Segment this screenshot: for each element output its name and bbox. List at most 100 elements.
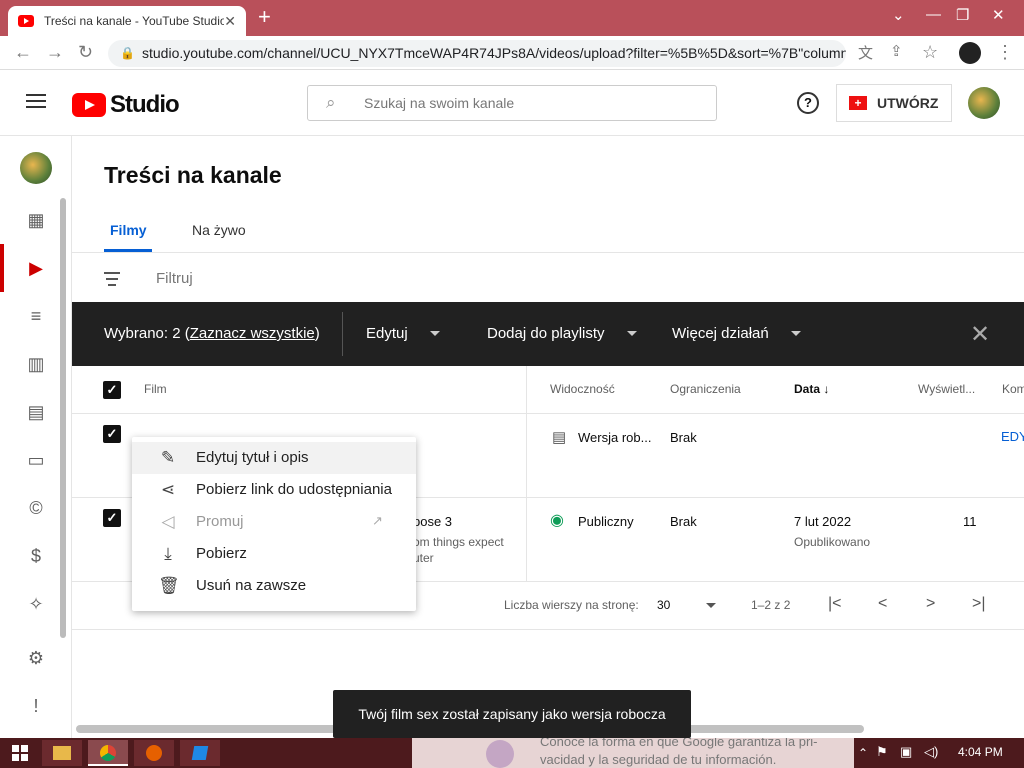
feedback-icon[interactable]: ! [24,694,48,718]
window-close-icon[interactable]: ✕ [992,6,1005,24]
new-tab-button[interactable]: + [258,4,271,30]
sidebar: ▦ ▶ ≡ ▥ ▤ ▭ © $ ✧ ⚙ ! [0,136,72,738]
prev-page-icon[interactable]: < [878,595,887,613]
copyright-icon[interactable]: © [24,496,48,520]
row-checkbox[interactable]: ✓ [103,425,121,443]
chrome-taskbar-icon[interactable] [88,740,128,766]
settings-gear-icon[interactable]: ⚙ [24,646,48,670]
channel-avatar[interactable] [20,152,52,184]
close-tab-icon[interactable]: ✕ [224,13,236,30]
share-page-icon[interactable]: ⇪ [890,42,903,60]
menu-item-download[interactable]: ⤓ Pobierz [132,538,416,570]
browser-tab[interactable]: Treści na kanale - YouTube Studio ✕ [8,6,246,36]
column-divider [526,366,527,582]
forward-icon[interactable]: → [46,42,64,63]
menu-item-delete[interactable]: 🗑 Usuń na zawsze [132,570,416,602]
external-link-icon: ↗ [372,513,383,528]
analytics-icon[interactable]: ▥ [24,352,48,376]
volume-icon[interactable]: ◁) [924,744,938,760]
column-comments[interactable]: Kom [1002,382,1024,396]
edit-chevron-down-icon[interactable] [430,331,440,336]
content-icon[interactable]: ▶ [24,256,48,280]
browser-menu-icon[interactable]: ⋮ [996,42,1014,63]
tray-flag-icon[interactable]: ⚑ [876,744,888,760]
rows-per-page-select[interactable]: 30 [657,598,670,612]
filter-icon[interactable] [104,272,120,290]
monetization-icon[interactable]: $ [24,544,48,568]
logo-text: Studio [110,91,180,118]
filter-input[interactable]: Filtruj [156,270,193,287]
help-icon[interactable]: ? [797,92,819,114]
reload-icon[interactable]: ↻ [78,42,93,63]
page-range: 1–2 z 2 [751,598,791,612]
subtitles-icon[interactable]: ▭ [24,448,48,472]
account-avatar[interactable] [968,87,1000,119]
dashboard-icon[interactable]: ▦ [24,208,48,232]
file-explorer-icon[interactable] [42,740,82,766]
network-icon[interactable]: ▣ [900,744,912,760]
minimize-icon[interactable]: — [926,6,941,23]
video-desc-line1: om things expect [413,535,504,549]
row-visibility[interactable]: Publiczny [578,514,634,529]
divider [342,312,343,356]
create-button[interactable]: + UTWÓRZ [836,84,952,122]
menu-item-edit-title[interactable]: ✎ Edytuj tytuł i opis [132,442,416,474]
select-all-checkbox[interactable]: ✓ [103,381,121,399]
add-to-playlist-dropdown[interactable]: Dodaj do playlisty [487,325,605,342]
tray-chevron-up-icon[interactable]: ⌃ [858,746,868,760]
tab-na-zywo[interactable]: Na żywo [192,222,246,238]
selection-count: Wybrano: 2 (Zaznacz wszystkie) [104,325,320,342]
row-visibility[interactable]: Wersja rob... [578,430,651,445]
draft-doc-icon: ▤ [552,429,567,446]
youtube-studio-logo[interactable]: Studio [72,91,180,119]
back-icon[interactable]: ← [14,42,32,63]
channel-search-input[interactable]: ⌕ Szukaj na swoim kanale [307,85,717,121]
hamburger-menu-icon[interactable] [26,94,46,112]
select-all-link[interactable]: Zaznacz wszystkie [190,325,315,342]
app-icon[interactable] [180,740,220,766]
chevron-down-icon[interactable]: ⌄ [892,6,905,24]
column-film[interactable]: Film [144,382,167,396]
first-page-icon[interactable]: |< [828,595,842,613]
restore-icon[interactable]: ❐ [956,6,969,24]
close-selection-icon[interactable]: ✕ [970,320,990,349]
bookmark-star-icon[interactable]: ☆ [922,42,938,63]
row-checkbox[interactable]: ✓ [103,509,121,527]
translate-icon[interactable]: 文 [858,42,873,63]
menu-item-label: Pobierz link do udostępniania [196,481,392,498]
edit-draft-link[interactable]: EDY [1001,429,1024,444]
search-icon: ⌕ [326,93,336,112]
customization-icon[interactable]: ✧ [24,592,48,616]
comments-icon[interactable]: ▤ [24,400,48,424]
video-desc-line2: uter [413,551,434,565]
taskbar-clock[interactable]: 4:04 PM [958,745,1003,759]
create-video-icon: + [849,96,867,110]
last-page-icon[interactable]: >| [972,595,986,613]
column-visibility[interactable]: Widoczność [550,382,615,396]
windows-start-icon[interactable] [12,745,28,761]
video-title-fragment[interactable]: pose 3 [413,514,452,529]
rows-chevron-down-icon[interactable] [706,603,716,608]
url-input[interactable]: 🔒 studio.youtube.com/channel/UCU_NYX7Tmc… [108,40,846,67]
ad-avatar-icon [486,740,514,768]
column-restrictions[interactable]: Ograniczenia [670,382,741,396]
menu-item-share-link[interactable]: ⋖ Pobierz link do udostępniania [132,474,416,506]
trash-icon: 🗑 [158,576,180,595]
firefox-icon[interactable] [134,740,174,766]
more-actions-dropdown[interactable]: Więcej działań [672,325,769,342]
row-date-status: Opublikowano [794,535,871,549]
column-views[interactable]: Wyświetl... [918,382,975,396]
row-restrictions: Brak [670,430,697,445]
more-chevron-down-icon[interactable] [791,331,801,336]
tab-filmy[interactable]: Filmy [110,222,147,238]
playlist-chevron-down-icon[interactable] [627,331,637,336]
page-title: Treści na kanale [104,162,282,188]
sidebar-scrollbar[interactable] [60,198,66,638]
column-date[interactable]: Data ↓ [794,382,829,396]
megaphone-icon: ◁ [161,512,175,531]
profile-avatar[interactable] [959,42,981,64]
studio-header: Studio ⌕ Szukaj na swoim kanale ? + UTWÓ… [0,70,1024,136]
edit-dropdown[interactable]: Edytuj [366,325,408,342]
next-page-icon[interactable]: > [926,595,935,613]
playlists-icon[interactable]: ≡ [24,304,48,328]
